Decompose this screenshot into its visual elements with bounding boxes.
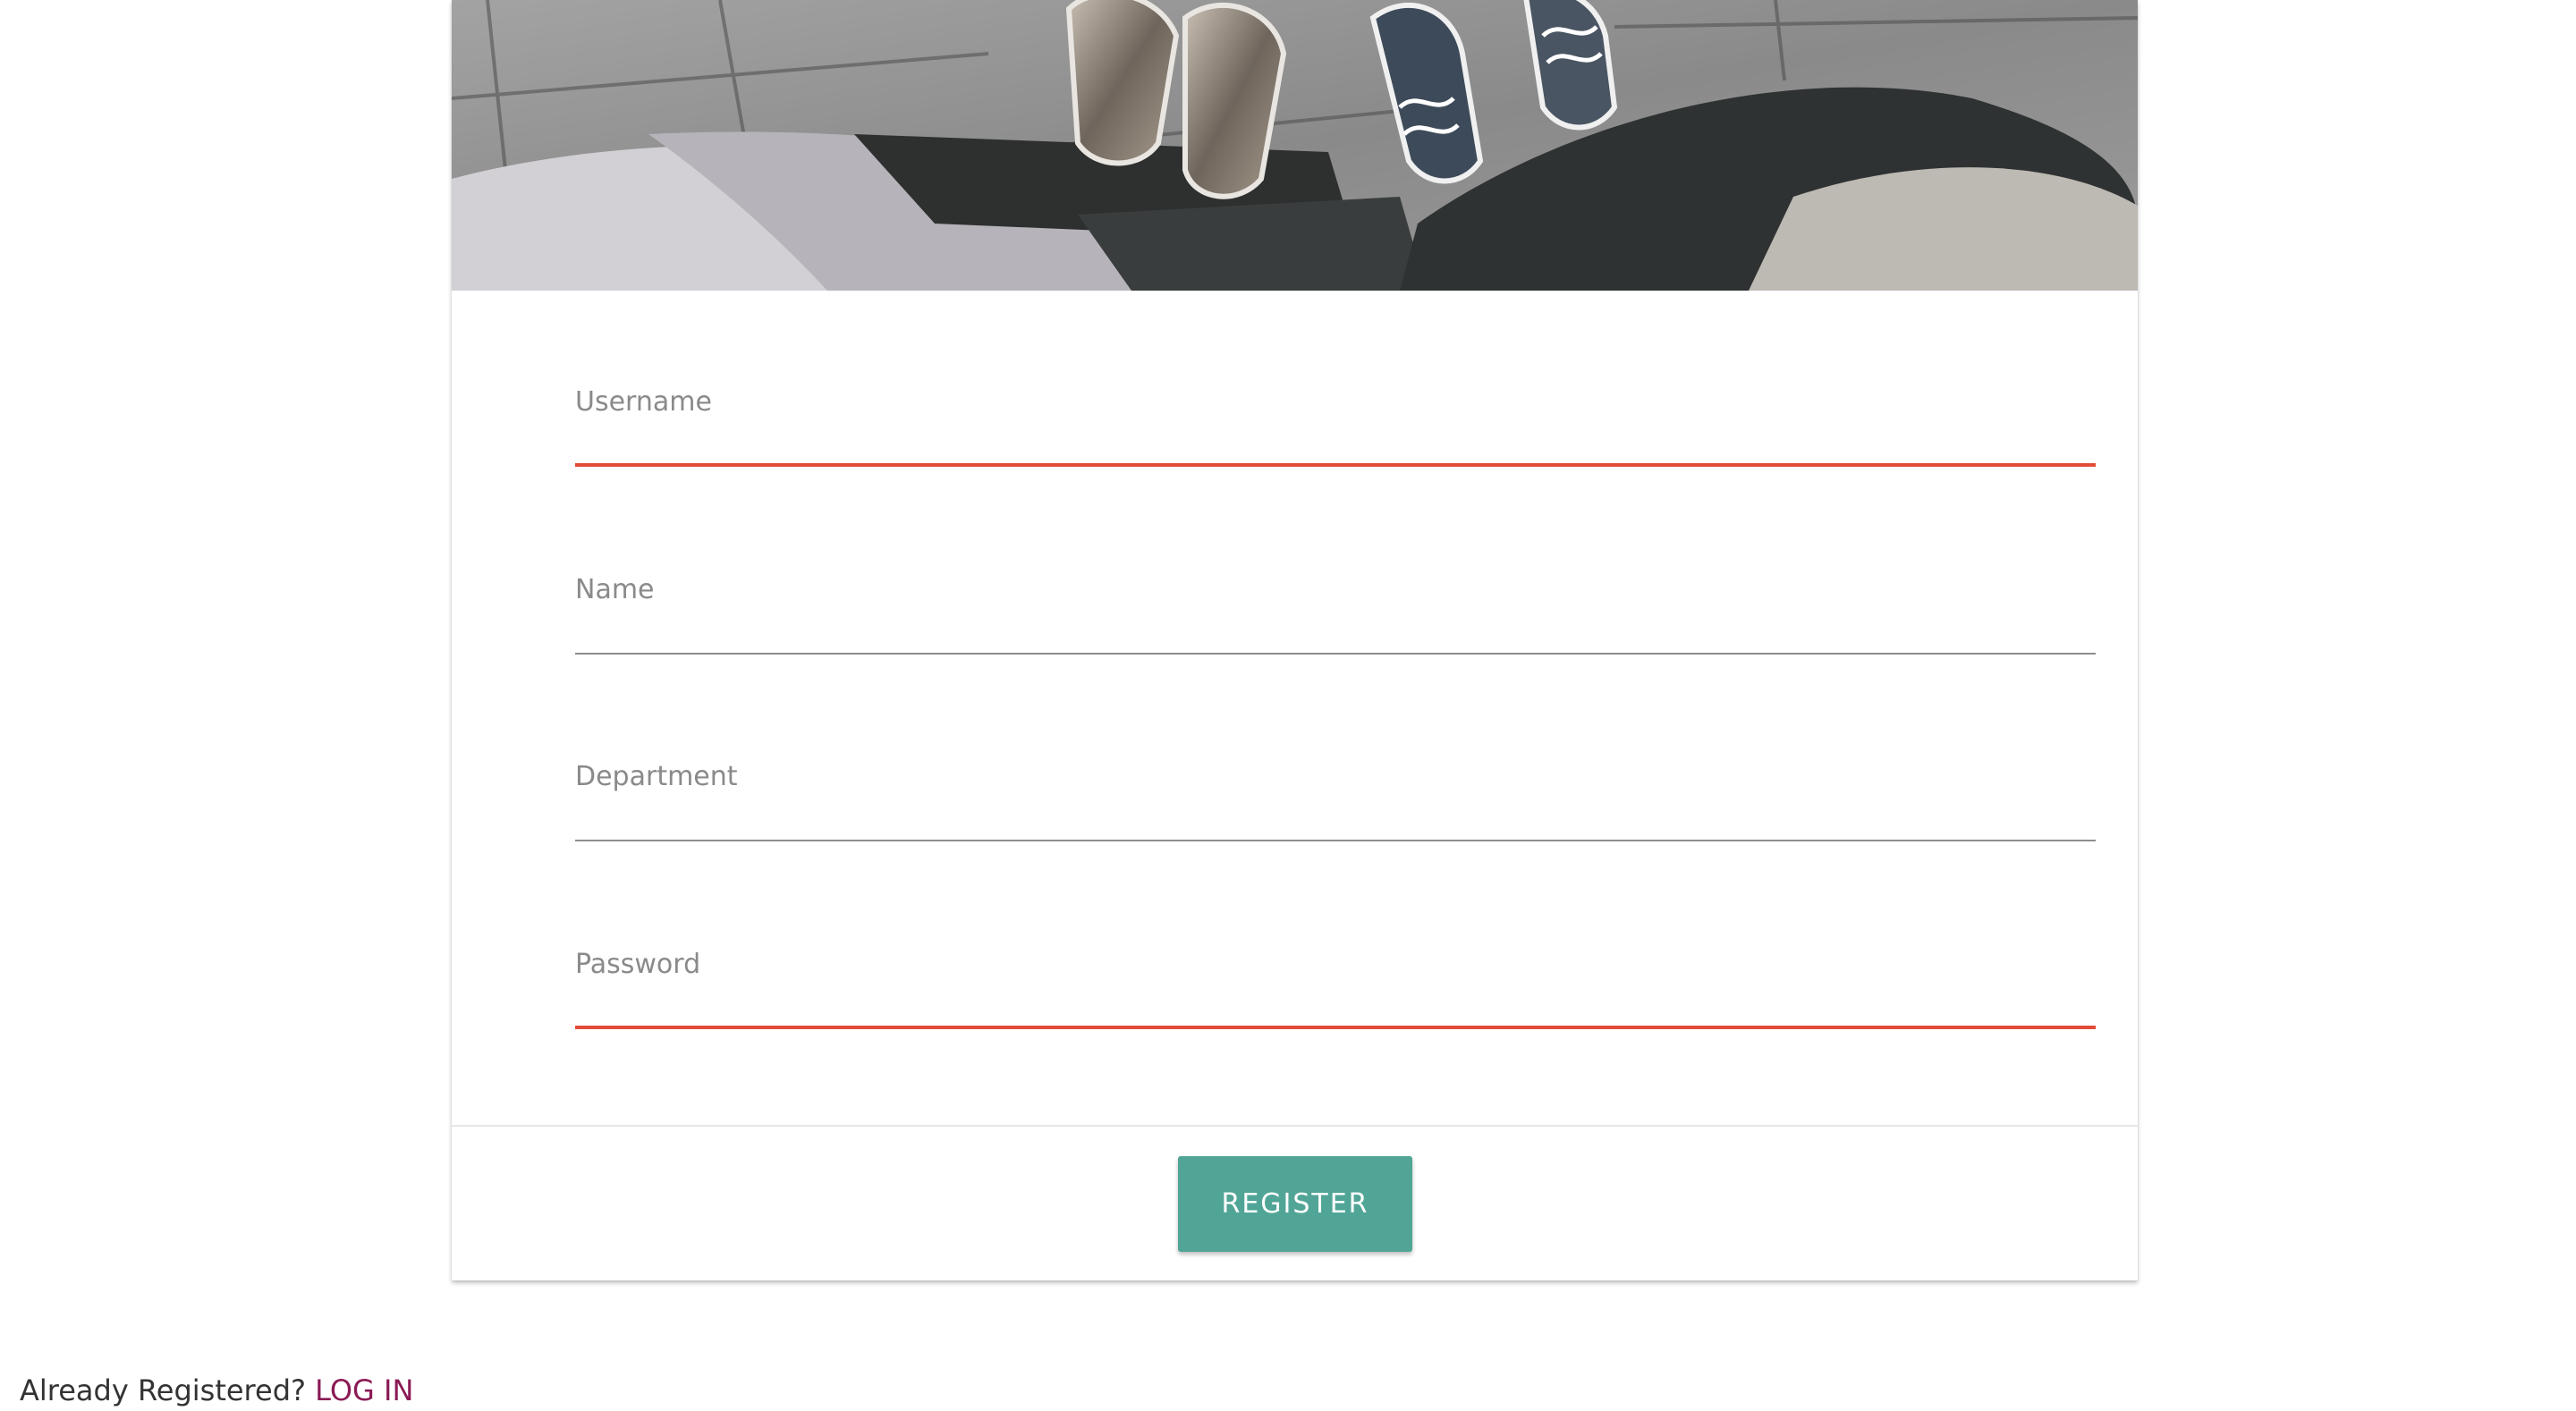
name-underline — [575, 653, 2096, 655]
login-link[interactable]: LOG IN — [315, 1373, 413, 1407]
name-placeholder: Name — [575, 574, 655, 605]
department-placeholder: Department — [575, 761, 738, 792]
username-field[interactable]: Username — [575, 386, 2096, 467]
department-field[interactable]: Department — [575, 761, 2096, 841]
username-underline — [575, 463, 2096, 467]
password-placeholder: Password — [575, 949, 701, 980]
name-field[interactable]: Name — [575, 574, 2096, 655]
register-card: Username Name Department Password REGIST… — [452, 0, 2138, 1280]
department-underline — [575, 840, 2096, 841]
username-placeholder: Username — [575, 386, 712, 418]
login-prompt: Already Registered? LOG IN — [20, 1373, 413, 1407]
card-actions-divider — [452, 1125, 2138, 1127]
hero-image — [452, 0, 2138, 291]
already-registered-text: Already Registered? — [20, 1373, 306, 1407]
sneakers-photo — [452, 0, 2138, 291]
password-underline — [575, 1026, 2096, 1029]
password-field[interactable]: Password — [575, 949, 2096, 1029]
register-button[interactable]: REGISTER — [1178, 1156, 1412, 1252]
